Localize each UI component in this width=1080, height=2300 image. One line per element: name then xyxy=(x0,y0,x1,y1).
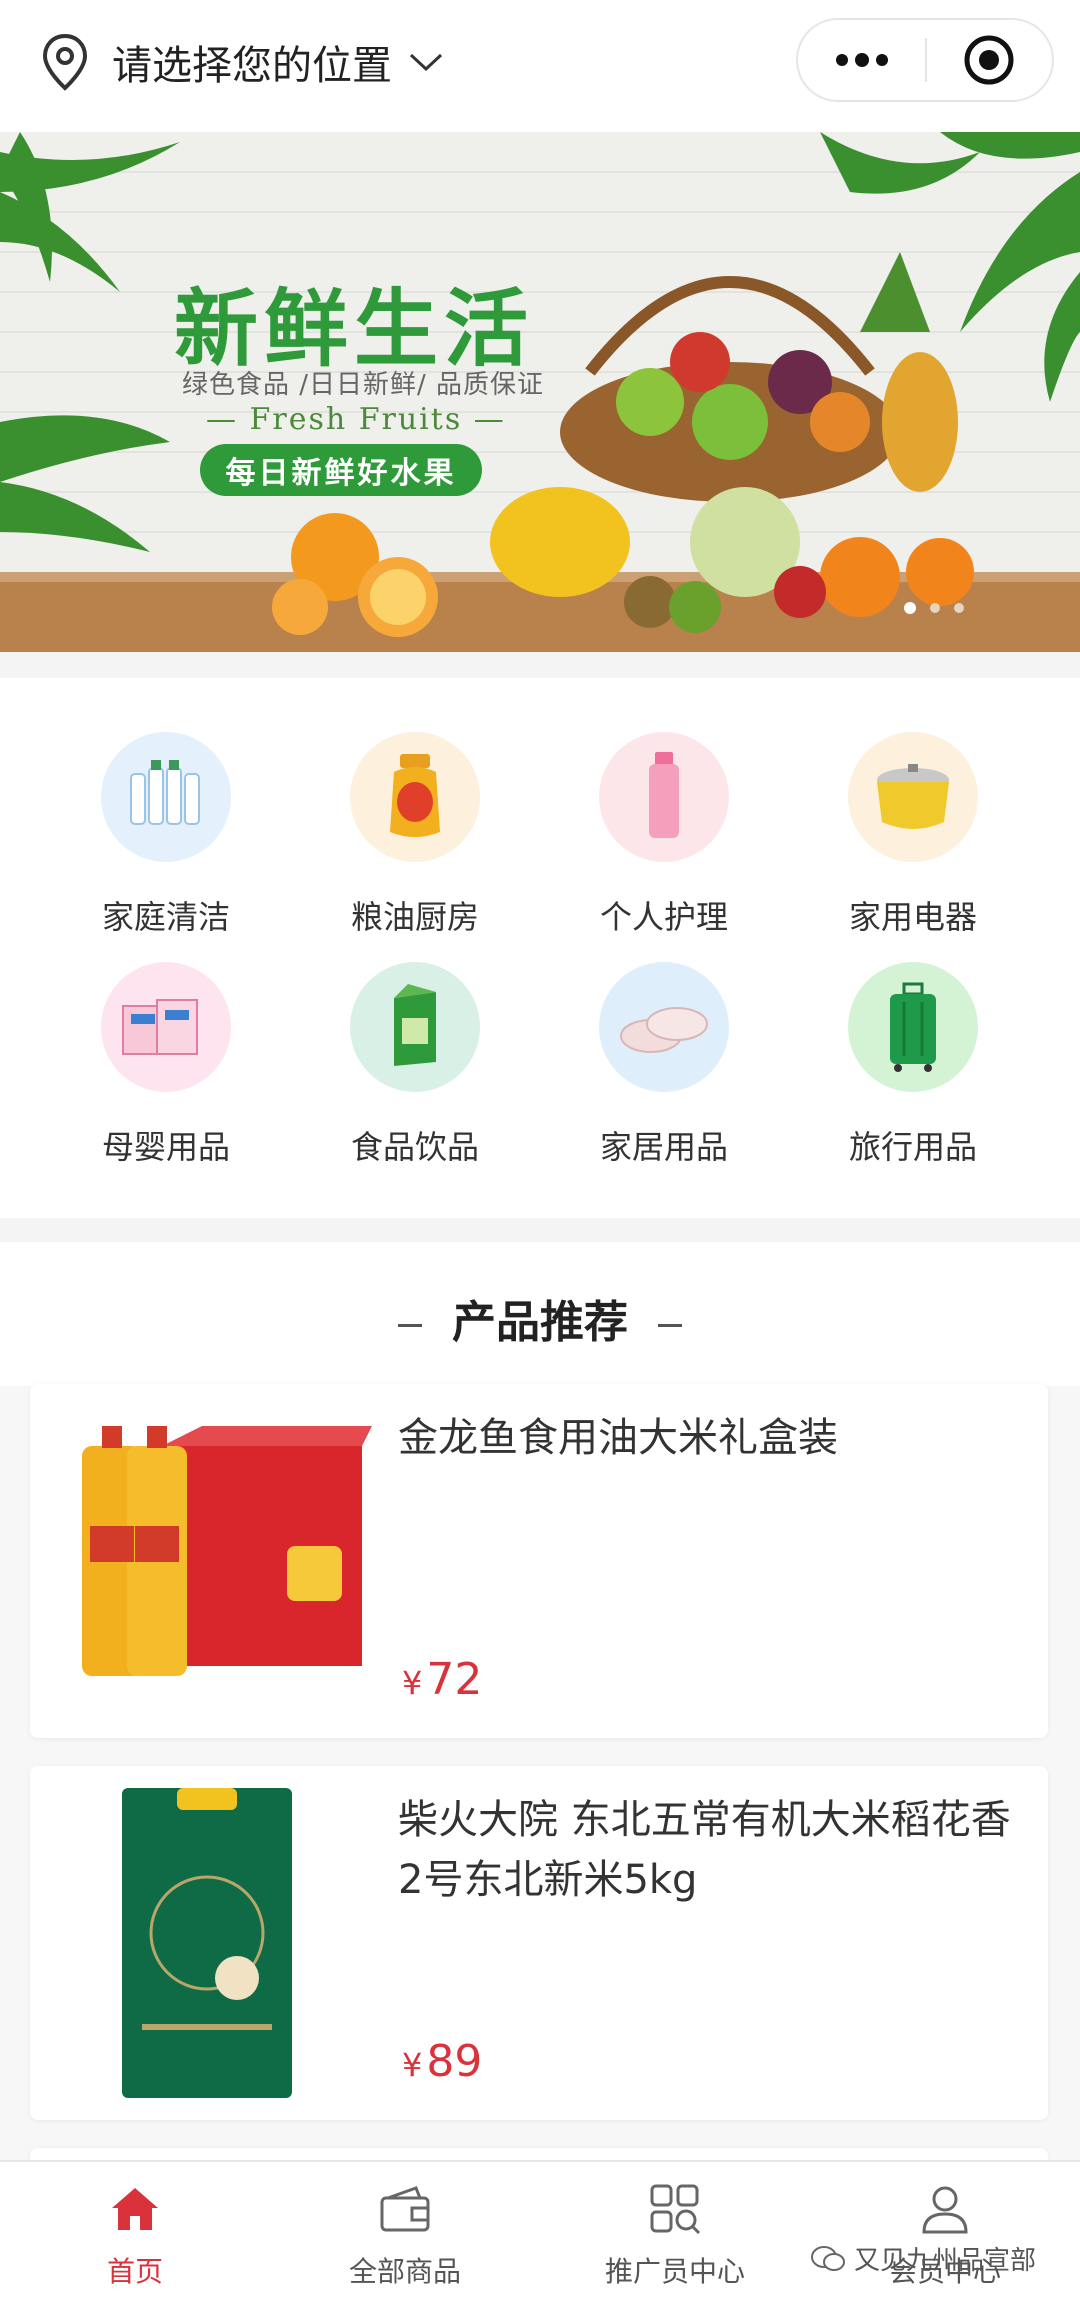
chevron-down-icon xyxy=(409,53,443,72)
baby-products-icon xyxy=(101,962,231,1092)
category-home-goods[interactable]: 家居用品 xyxy=(564,962,764,1182)
banner-dot[interactable] xyxy=(904,602,916,614)
category-label: 家用电器 xyxy=(848,898,977,936)
category-grain-oil[interactable]: 粮油厨房 xyxy=(315,732,515,952)
user-icon xyxy=(922,2186,968,2234)
product-price: ¥72 xyxy=(402,1654,482,1705)
price-value: 72 xyxy=(426,1654,483,1705)
more-dots-icon xyxy=(835,53,888,67)
category-label: 家庭清洁 xyxy=(101,898,230,936)
location-selector[interactable]: 请选择您的位置 xyxy=(40,30,444,94)
category-label: 个人护理 xyxy=(599,898,728,936)
product-name: 柴火大院 东北五常有机大米稻花香2号东北新米5kg xyxy=(398,1797,1011,1903)
target-icon xyxy=(964,35,1014,85)
tab-member-center[interactable]: 会员中心 xyxy=(810,2162,1080,2300)
location-text: 请选择您的位置 xyxy=(112,43,392,89)
product-card[interactable]: 金龙鱼食用油大米礼盒装 ¥72 xyxy=(30,1384,1048,1738)
top-bar: 请选择您的位置 xyxy=(0,0,1080,132)
category-label: 家居用品 xyxy=(599,1128,728,1166)
watermark-text: 又见九州品宣部 xyxy=(854,2246,1037,2276)
slippers-icon xyxy=(599,962,729,1092)
promo-banner[interactable]: 新鲜生活 绿色食品 /日日新鲜/ 品质保证 — Fresh Fruits — 每… xyxy=(0,132,1080,652)
banner-dot[interactable] xyxy=(954,603,964,613)
tab-promoter-center[interactable]: 推广员中心 xyxy=(540,2162,810,2300)
recommend-header: 产品推荐 xyxy=(0,1242,1080,1386)
tab-home[interactable]: 首页 xyxy=(0,2162,270,2300)
category-label: 食品饮品 xyxy=(350,1128,479,1166)
price-value: 89 xyxy=(426,2036,483,2087)
banner-subtitle: 绿色食品 /日日新鲜/ 品质保证 xyxy=(182,370,545,400)
home-icon xyxy=(112,2188,158,2230)
wechat-icon xyxy=(811,2245,845,2271)
recommend-title-text: 产品推荐 xyxy=(452,1297,628,1348)
product-image xyxy=(52,1406,372,1716)
category-grid: 家庭清洁 粮油厨房 个人护理 家用电器 母婴用品 食品饮品 家居用品 旅行用品 xyxy=(0,678,1080,1218)
category-label: 旅行用品 xyxy=(848,1128,977,1166)
bottom-tab-bar: 首页 全部商品 推广员中心 会员中心 xyxy=(0,2160,1080,2300)
wechat-watermark: 又见九州品宣部 xyxy=(810,2240,1036,2277)
suitcase-icon xyxy=(848,962,978,1092)
category-label: 粮油厨房 xyxy=(350,898,479,936)
close-miniprogram-button[interactable] xyxy=(927,20,1052,100)
tab-label: 首页 xyxy=(106,2255,163,2288)
personal-care-icon xyxy=(599,732,729,862)
more-menu-button[interactable] xyxy=(798,20,925,100)
location-pin-icon xyxy=(42,33,88,91)
miniprogram-capsule xyxy=(796,18,1054,102)
title-dash xyxy=(398,1323,422,1327)
product-image xyxy=(52,1788,372,2098)
category-mother-baby[interactable]: 母婴用品 xyxy=(66,962,266,1182)
banner-english-tagline: — Fresh Fruits — xyxy=(206,402,506,437)
food-drink-icon xyxy=(350,962,480,1092)
tab-label: 推广员中心 xyxy=(604,2255,745,2288)
product-card[interactable]: 柴火大院 东北五常有机大米稻花香2号东北新米5kg ¥89 xyxy=(30,1766,1048,2120)
appliance-icon xyxy=(848,732,978,862)
category-home-cleaning[interactable]: 家庭清洁 xyxy=(66,732,266,952)
category-personal-care[interactable]: 个人护理 xyxy=(564,732,764,952)
cooking-oil-icon xyxy=(350,732,480,862)
tab-label: 全部商品 xyxy=(348,2255,461,2288)
title-dash xyxy=(658,1323,682,1327)
recommend-section: 产品推荐 金龙鱼食用油大米礼盒装 ¥72 柴火大院 东北五常有机大米稻花香2号东… xyxy=(0,1242,1080,2188)
category-food-drink[interactable]: 食品饮品 xyxy=(315,962,515,1182)
banner-dot[interactable] xyxy=(930,603,940,613)
product-price: ¥89 xyxy=(402,2036,482,2087)
currency-symbol: ¥ xyxy=(402,1664,423,1702)
category-travel[interactable]: 旅行用品 xyxy=(813,962,1013,1182)
banner-pagination xyxy=(904,602,964,614)
cleaning-products-icon xyxy=(101,732,231,862)
currency-symbol: ¥ xyxy=(402,2046,423,2084)
category-label: 母婴用品 xyxy=(101,1128,230,1166)
product-name: 金龙鱼食用油大米礼盒装 xyxy=(398,1415,838,1461)
banner-pill: 每日新鲜好水果 xyxy=(200,444,482,496)
wallet-icon xyxy=(380,2186,430,2232)
category-home-appliance[interactable]: 家用电器 xyxy=(813,732,1013,952)
recommend-title: 产品推荐 xyxy=(0,1286,1080,1350)
tab-all-products[interactable]: 全部商品 xyxy=(270,2162,540,2300)
grid-search-icon xyxy=(650,2184,701,2235)
